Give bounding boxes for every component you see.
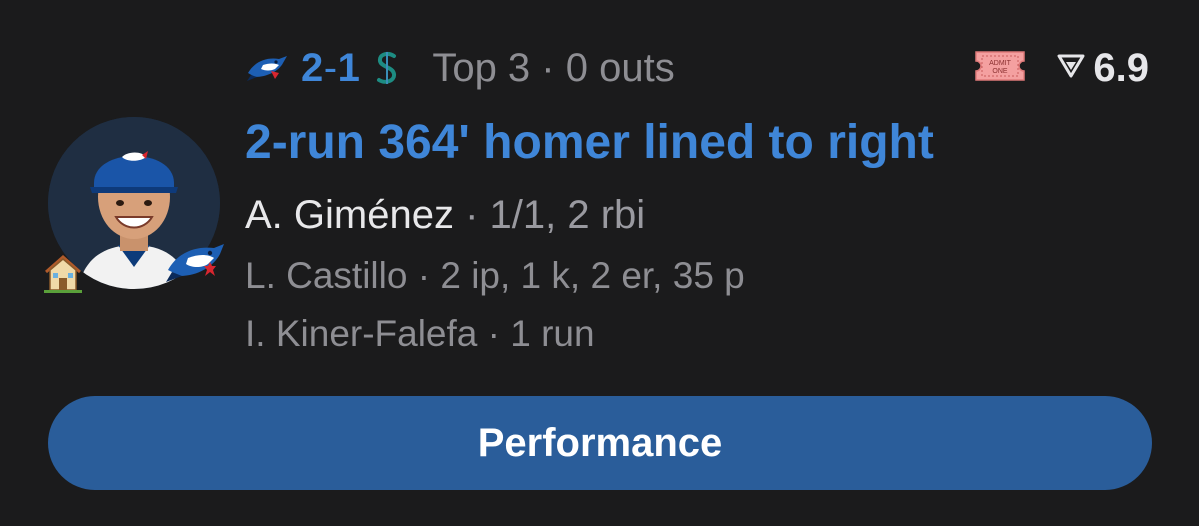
inning-state: Top 3 · 0 outs [432, 45, 675, 90]
win-probability-icon [1057, 53, 1085, 84]
batter-line: A. Giménez · 1/1, 2 rbi [245, 193, 645, 238]
play-headline[interactable]: 2-run 364' homer lined to right [245, 115, 934, 170]
home-team-icon [42, 252, 84, 294]
performance-button[interactable]: Performance [48, 396, 1152, 490]
runner-line[interactable]: I. Kiner-Falefa · 1 run [245, 313, 595, 355]
game-meta: ADMIT ONE 6.9 [973, 40, 1149, 96]
pitcher-line[interactable]: L. Castillo · 2 ip, 1 k, 2 er, 35 p [245, 255, 745, 297]
home-score: 1 [337, 45, 361, 90]
svg-text:ONE: ONE [993, 68, 1009, 75]
away-score: 2 [301, 45, 324, 90]
svg-text:ADMIT: ADMIT [990, 60, 1013, 67]
win-probability-value: 6.9 [1093, 45, 1149, 90]
game-score: 2-1 [301, 46, 360, 91]
game-status-row: 2-1 Top 3 · 0 outs [245, 40, 675, 96]
ticket-icon[interactable]: ADMIT ONE [973, 50, 1057, 87]
batter-stats: · 1/1, 2 rbi [453, 193, 646, 237]
blue-jays-badge-icon [164, 236, 228, 290]
mariners-logo-icon [374, 50, 400, 86]
batter-name[interactable]: A. Giménez [245, 193, 454, 237]
blue-jays-logo-icon [245, 51, 289, 85]
play-card[interactable]: 2-1 Top 3 · 0 outs ADMIT ONE 6.9 2-run 3… [0, 0, 1199, 526]
score-separator: - [323, 45, 338, 90]
